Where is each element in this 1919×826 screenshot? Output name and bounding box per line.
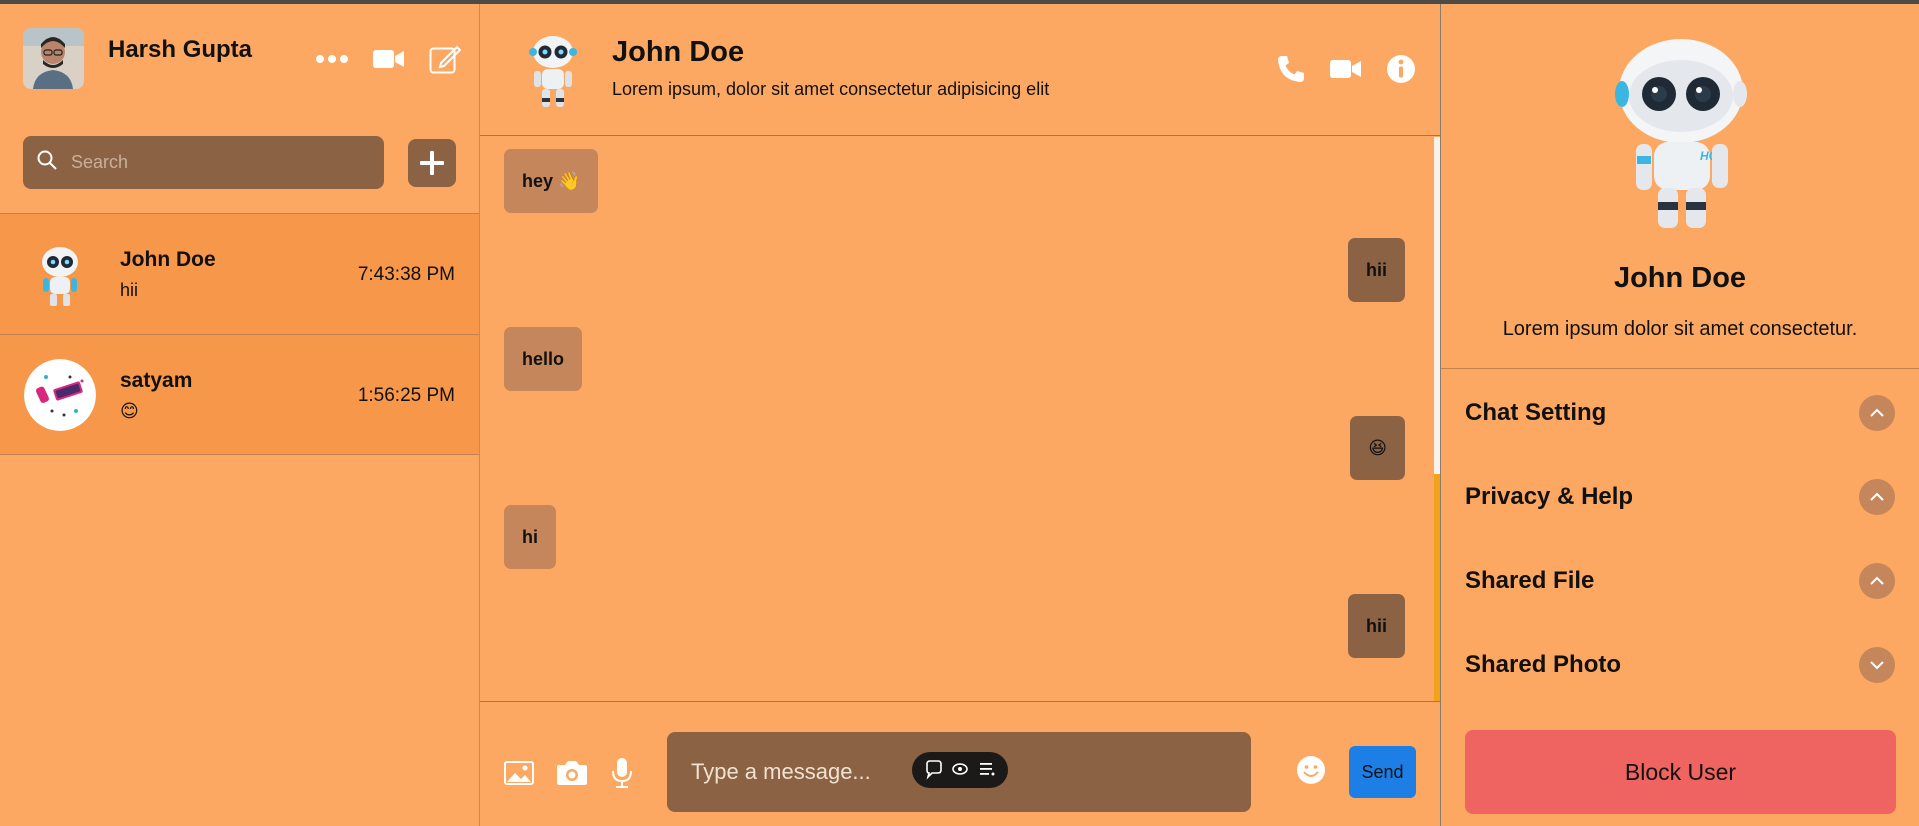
sidebar-actions <box>315 44 461 74</box>
chevron-up-icon[interactable] <box>1859 563 1895 599</box>
message-bubble-incoming: hi <box>504 505 556 569</box>
search-input[interactable] <box>71 152 351 173</box>
microphone-icon[interactable] <box>610 757 634 794</box>
chevron-up-icon[interactable] <box>1859 395 1895 431</box>
floating-toolbar[interactable] <box>912 752 1008 793</box>
accordion-label: Shared File <box>1465 567 1595 594</box>
compose-icon[interactable] <box>429 44 461 74</box>
more-options-icon[interactable] <box>315 54 349 64</box>
accordion-shared-file[interactable]: Shared File <box>1465 561 1895 601</box>
info-icon[interactable] <box>1386 54 1416 89</box>
chat-app: Harsh Gupta Search John Doe hii 7:43:38 … <box>0 4 1919 826</box>
video-icon[interactable] <box>1330 59 1362 84</box>
current-user: Harsh Gupta <box>23 28 252 89</box>
chevron-up-icon[interactable] <box>1859 479 1895 515</box>
add-chat-button[interactable] <box>408 138 456 187</box>
conversation-time: 7:43:38 PM <box>357 264 455 285</box>
divider <box>1441 368 1919 369</box>
conversation-last-message: hii <box>120 280 139 300</box>
robot-avatar <box>24 238 96 310</box>
profile-description: Lorem ipsum dolor sit amet consectetur. <box>1502 318 1858 340</box>
user-name: Harsh Gupta <box>108 36 253 63</box>
user-avatar[interactable] <box>23 28 84 89</box>
search-row <box>23 136 456 189</box>
accordion-chat-setting[interactable]: Chat Setting <box>1465 393 1895 433</box>
camera-icon[interactable] <box>556 760 588 791</box>
scrollbar-thumb[interactable] <box>1434 474 1440 701</box>
plus-icon <box>420 150 444 175</box>
conversation-last-message: 😊 <box>120 401 139 421</box>
conversation-list: John Doe hii 7:43:38 PM satyam 😊 1:56:25… <box>0 213 479 455</box>
accordion-label: Chat Setting <box>1465 399 1607 426</box>
message-list: hey 👋 hii hello 😆 hi hii <box>480 137 1435 701</box>
conversation-item[interactable]: satyam 😊 1:56:25 PM <box>0 334 479 455</box>
accordion-label: Shared Photo <box>1465 651 1622 678</box>
conversation-time: 1:56:25 PM <box>357 385 455 406</box>
details-panel: HG John Doe Lorem ipsum dolor sit amet c… <box>1441 4 1919 826</box>
sidebar: Harsh Gupta Search John Doe hii 7:43:38 … <box>0 4 480 826</box>
accordion-label: Privacy & Help <box>1465 483 1634 510</box>
search-box[interactable] <box>23 136 384 189</box>
conversation-name: John Doe <box>120 248 216 271</box>
profile-avatar: HG <box>1606 36 1756 236</box>
message-bubble-incoming: hey 👋 <box>504 149 599 213</box>
video-call-icon[interactable] <box>373 49 405 69</box>
chat-actions <box>1276 54 1416 89</box>
send-button[interactable]: Send <box>1349 746 1416 798</box>
chat-title: John Doe <box>612 36 745 68</box>
chevron-down-icon[interactable] <box>1859 647 1895 683</box>
message-bubble-outgoing: hii <box>1348 238 1405 302</box>
contact-avatar <box>24 359 96 431</box>
search-icon <box>37 150 57 175</box>
image-icon[interactable] <box>504 761 534 790</box>
chat-panel: John Doe Lorem ipsum, dolor sit amet con… <box>480 4 1441 826</box>
conversation-name: satyam <box>120 369 193 392</box>
phone-icon[interactable] <box>1276 54 1306 89</box>
chat-header: John Doe Lorem ipsum, dolor sit amet con… <box>480 4 1440 136</box>
profile-name: John Doe <box>1613 262 1747 294</box>
chat-avatar[interactable] <box>518 32 588 112</box>
message-scrollbar[interactable] <box>1434 137 1440 701</box>
block-user-button[interactable]: Block User <box>1465 730 1896 814</box>
accordion-shared-photo[interactable]: Shared Photo <box>1465 645 1895 685</box>
chat-subtitle: Lorem ipsum, dolor sit amet consectetur … <box>612 79 1050 99</box>
emoji-icon[interactable] <box>1295 754 1327 791</box>
message-bubble-outgoing: 😆 <box>1350 416 1405 480</box>
attachment-actions <box>504 757 634 794</box>
message-bubble-outgoing: hii <box>1348 594 1405 658</box>
conversation-item[interactable]: John Doe hii 7:43:38 PM <box>0 213 479 334</box>
accordion-privacy-help[interactable]: Privacy & Help <box>1465 477 1895 517</box>
message-bubble-incoming: hello <box>504 327 583 391</box>
